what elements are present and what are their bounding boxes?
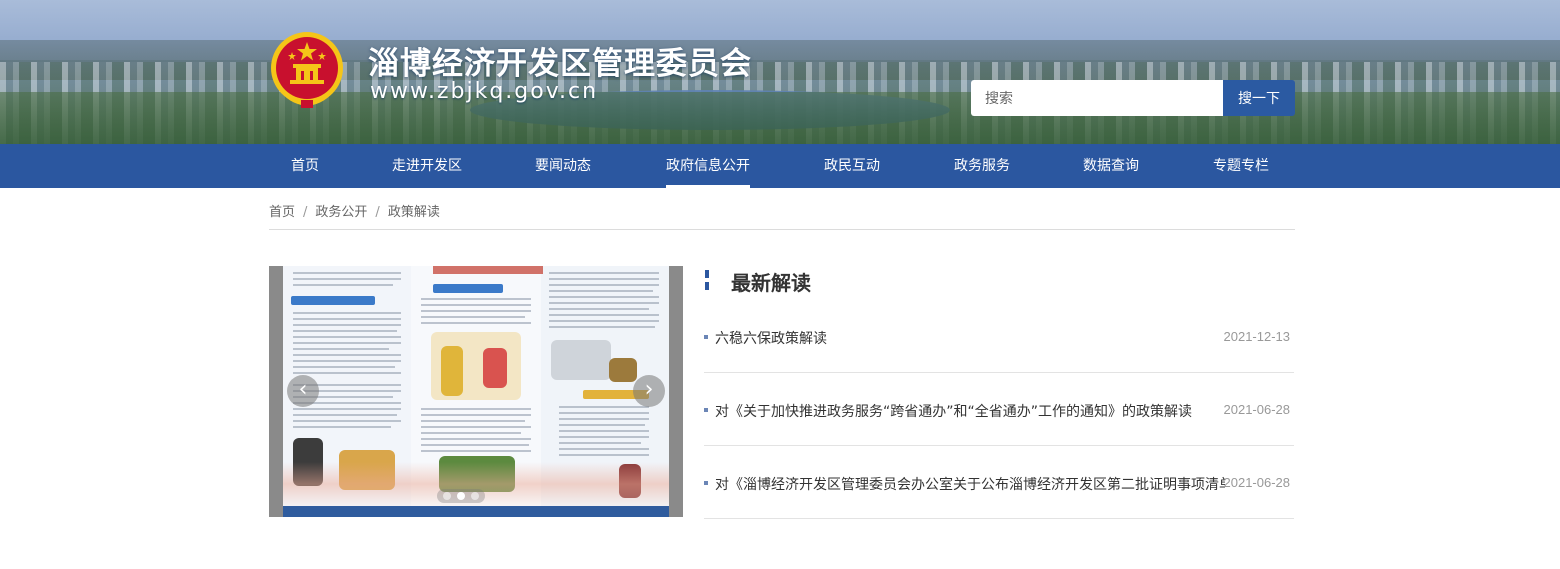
news-item-title[interactable]: 六稳六保政策解读: [715, 328, 1225, 348]
nav-item-topics[interactable]: 专题专栏: [1213, 144, 1269, 188]
news-item-title[interactable]: 对《关于加快推进政务服务“跨省通办”和“全省通办”工作的通知》的政策解读: [715, 401, 1225, 421]
news-list-item[interactable]: 六稳六保政策解读 2021-12-13: [704, 300, 1294, 373]
breadcrumb: 首页 / 政务公开 / 政策解读: [269, 201, 440, 220]
image-carousel[interactable]: ‹ ›: [269, 266, 683, 517]
search-input[interactable]: [971, 80, 1223, 116]
nav-item-home[interactable]: 首页: [291, 144, 319, 188]
news-item-date: 2021-06-28: [1223, 402, 1291, 417]
carousel-dot[interactable]: [471, 492, 479, 500]
carousel-prev-arrow-icon[interactable]: ‹: [287, 375, 319, 407]
breadcrumb-separator: /: [375, 205, 380, 220]
nav-item-about[interactable]: 走进开发区: [392, 144, 462, 188]
list-bullet-icon: [704, 408, 708, 412]
breadcrumb-home[interactable]: 首页: [269, 205, 295, 220]
breadcrumb-gov-affairs[interactable]: 政务公开: [315, 205, 367, 220]
news-item-date: 2021-12-13: [1223, 329, 1291, 344]
section-title-marker: [705, 270, 709, 290]
banner-trees: [0, 92, 1560, 144]
nav-item-interaction[interactable]: 政民互动: [824, 144, 880, 188]
site-title: 淄博经济开发区管理委员会: [368, 46, 752, 82]
news-list-item[interactable]: 对《关于加快推进政务服务“跨省通办”和“全省通办”工作的通知》的政策解读 202…: [704, 373, 1294, 446]
carousel-dots: [437, 489, 485, 503]
breadcrumb-policy-interpretation[interactable]: 政策解读: [388, 205, 440, 220]
national-emblem-icon: [271, 32, 343, 108]
site-url: www.zbjkq.gov.cn: [370, 79, 599, 104]
main-nav: 首页 走进开发区 要闻动态 政府信息公开 政民互动 政务服务 数据查询 专题专栏: [0, 144, 1560, 188]
carousel-dot[interactable]: [443, 492, 451, 500]
breadcrumb-separator: /: [303, 205, 308, 220]
list-bullet-icon: [704, 481, 708, 485]
carousel-next-arrow-icon[interactable]: ›: [633, 375, 665, 407]
breadcrumb-divider: [269, 229, 1295, 230]
policy-poster-image[interactable]: [283, 266, 669, 517]
header-banner: 淄博经济开发区管理委员会 www.zbjkq.gov.cn 搜一下: [0, 0, 1560, 144]
nav-item-data[interactable]: 数据查询: [1083, 144, 1139, 188]
list-bullet-icon: [704, 335, 708, 339]
nav-item-news[interactable]: 要闻动态: [535, 144, 591, 188]
carousel-dot-active[interactable]: [457, 492, 465, 500]
search-button[interactable]: 搜一下: [1223, 80, 1295, 116]
news-item-date: 2021-06-28: [1223, 475, 1291, 490]
section-title-latest: 最新解读: [731, 271, 811, 295]
nav-item-services[interactable]: 政务服务: [954, 144, 1010, 188]
news-item-title[interactable]: 对《淄博经济开发区管理委员会办公室关于公布淄博经济开发区第二批证明事项清单的通知…: [715, 474, 1225, 494]
nav-item-gov-info[interactable]: 政府信息公开: [666, 144, 750, 188]
news-list-item[interactable]: 对《淄博经济开发区管理委员会办公室关于公布淄博经济开发区第二批证明事项清单的通知…: [704, 446, 1294, 519]
